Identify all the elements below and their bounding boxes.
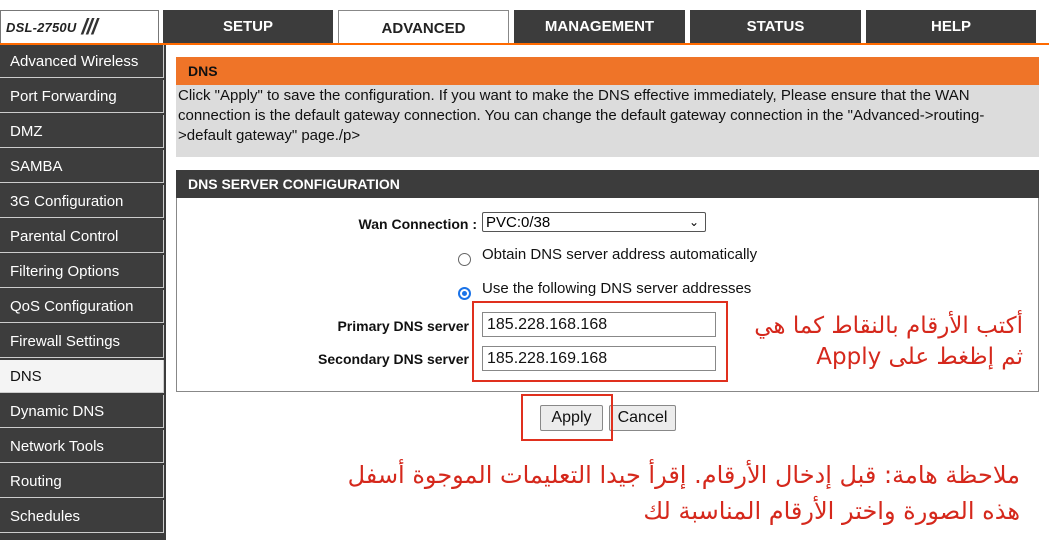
- dns-header: DNS: [176, 57, 1039, 85]
- sidebar-item-3g-configuration[interactable]: 3G Configuration: [0, 185, 164, 218]
- sidebar-item-routing[interactable]: Routing: [0, 465, 164, 498]
- radio-use-following[interactable]: [458, 287, 471, 300]
- wan-connection-select[interactable]: PVC:0/38 ⌄: [482, 212, 706, 232]
- sidebar-item-dns[interactable]: DNS: [0, 360, 164, 393]
- tab-status[interactable]: STATUS: [690, 10, 861, 43]
- note-line-1: ملاحظة هامة: قبل إدخال الأرقام. إقرأ جيد…: [347, 461, 1020, 489]
- sidebar-item-filtering-options[interactable]: Filtering Options: [0, 255, 164, 288]
- sidebar-item-parental-control[interactable]: Parental Control: [0, 220, 164, 253]
- primary-dns-label: Primary DNS server: [337, 318, 469, 334]
- sidebar-item-dynamic-dns[interactable]: Dynamic DNS: [0, 395, 164, 428]
- note-line-2: هذه الصورة واختر الأرقام المناسبة لك: [643, 497, 1020, 525]
- cancel-button[interactable]: Cancel: [609, 405, 676, 431]
- sidebar-item-dmz[interactable]: DMZ: [0, 115, 164, 148]
- radio-obtain-auto[interactable]: [458, 253, 471, 266]
- apply-highlight: [521, 394, 613, 441]
- router-logo: DSL-2750U ///: [0, 10, 159, 44]
- radio-use-following-label: Use the following DNS server addresses: [482, 280, 752, 297]
- dns-fields-highlight: [472, 301, 728, 382]
- sidebar-item-qos-configuration[interactable]: QoS Configuration: [0, 290, 164, 323]
- hint-line-2: ثم إظغط على Apply: [816, 344, 1023, 370]
- logo-slashes: ///: [81, 14, 97, 39]
- dns-description: Click "Apply" to save the configuration.…: [176, 85, 1039, 157]
- tab-setup[interactable]: SETUP: [163, 10, 333, 43]
- sidebar-item-port-forwarding[interactable]: Port Forwarding: [0, 80, 164, 113]
- tab-advanced[interactable]: ADVANCED: [338, 10, 509, 45]
- tab-management[interactable]: MANAGEMENT: [514, 10, 685, 43]
- radio-obtain-auto-label: Obtain DNS server address automatically: [482, 246, 758, 263]
- sidebar-item-firewall-settings[interactable]: Firewall Settings: [0, 325, 164, 358]
- hint-line-1: أكتب الأرقام بالنقاط كما هي: [754, 313, 1023, 339]
- dns-server-config-header: DNS SERVER CONFIGURATION: [176, 170, 1039, 198]
- wan-connection-value: PVC:0/38: [486, 213, 551, 231]
- wan-connection-label: Wan Connection :: [358, 216, 477, 232]
- sidebar-item-advanced-wireless[interactable]: Advanced Wireless: [0, 45, 164, 78]
- sidebar: Advanced Wireless Port Forwarding DMZ SA…: [0, 45, 166, 540]
- model-name: DSL-2750U: [6, 19, 77, 35]
- sidebar-item-network-tools[interactable]: Network Tools: [0, 430, 164, 463]
- tab-help[interactable]: HELP: [866, 10, 1036, 43]
- secondary-dns-label: Secondary DNS server: [318, 351, 469, 367]
- sidebar-item-samba[interactable]: SAMBA: [0, 150, 164, 183]
- sidebar-item-schedules[interactable]: Schedules: [0, 500, 164, 533]
- chevron-down-icon: ⌄: [688, 215, 699, 229]
